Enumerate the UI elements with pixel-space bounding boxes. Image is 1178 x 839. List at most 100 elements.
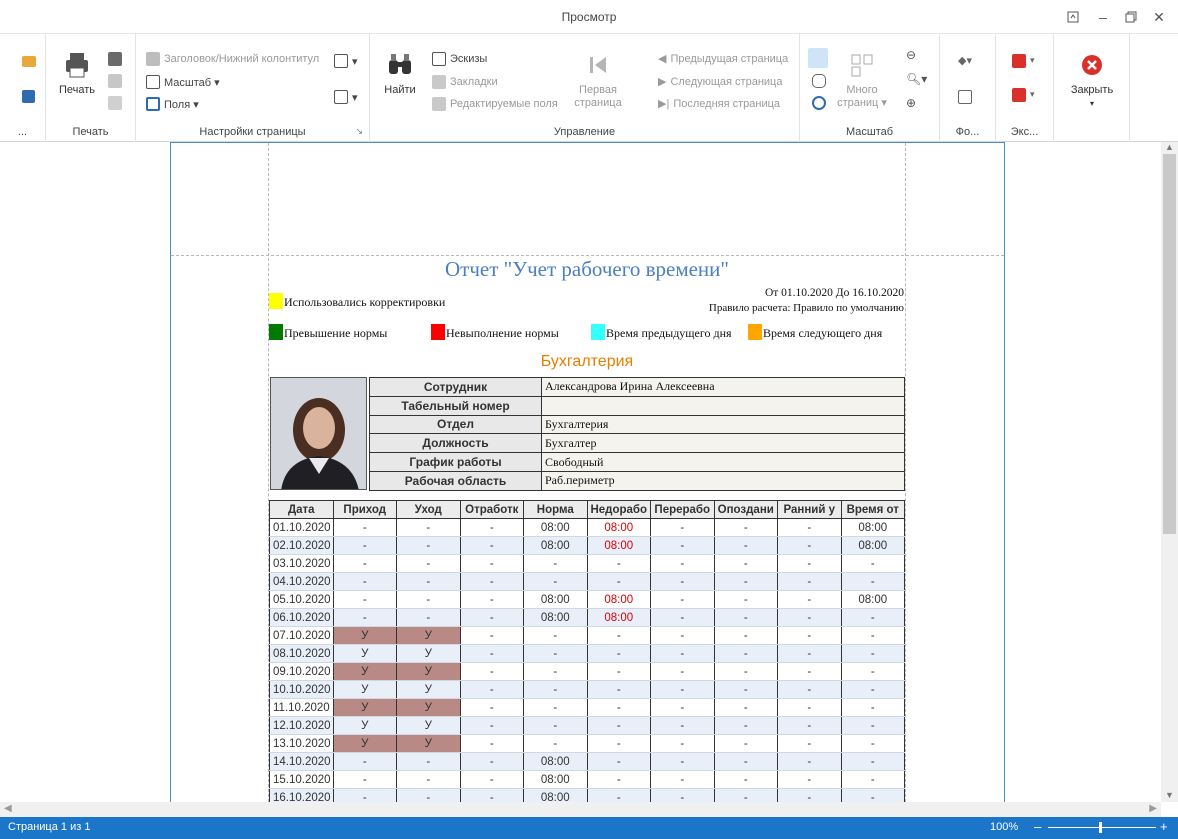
table-cell: - <box>396 572 461 591</box>
bookmarks-button[interactable]: Закладки <box>432 75 498 89</box>
margins-button[interactable]: Поля ▾ <box>146 97 199 111</box>
header-footer-icon <box>146 52 160 66</box>
column-header: Уход <box>396 500 461 519</box>
last-page-label: Последняя страница <box>673 97 781 110</box>
thumbnails-icon <box>432 52 446 66</box>
table-cell: - <box>840 554 905 573</box>
open-folder-icon[interactable] <box>22 56 36 67</box>
ribbon-group-page-setup: Заголовок/Нижний колонтитул Масштаб ▾ По… <box>136 34 370 142</box>
zoom-in-icon[interactable]: ⊕ <box>906 96 916 110</box>
thumbnails-label: Эскизы <box>450 53 488 65</box>
scale-button[interactable]: Масштаб ▾ <box>146 75 220 89</box>
employee-info-row: Рабочая область Раб.периметр <box>369 470 905 491</box>
scroll-right-icon[interactable]: ▶ <box>1149 803 1157 814</box>
find-button[interactable]: Найти <box>380 50 420 97</box>
restore-button[interactable] <box>1118 6 1144 28</box>
editable-fields-button[interactable]: Редактируемые поля <box>432 97 558 111</box>
employee-info-value: Александрова Ирина Алексеевна <box>541 377 905 397</box>
table-row: 13.10.2020 У У - - - - - - - <box>269 734 905 753</box>
prev-page-button[interactable]: ◀ Предыдущая страница <box>658 52 788 66</box>
print-options-icon[interactable] <box>108 74 122 88</box>
group-label-navigation: Управление <box>553 126 616 138</box>
table-cell: - <box>713 590 778 609</box>
print-button[interactable]: Печать <box>54 50 100 97</box>
table-cell: - <box>777 698 842 717</box>
zoom-plus-icon[interactable]: + <box>1160 819 1168 834</box>
many-pages-button[interactable]: Много страниц ▾ <box>836 50 888 110</box>
zoom-out-icon[interactable]: ⊖ <box>906 48 916 62</box>
table-cell: - <box>713 626 778 645</box>
dialog-launcher-icon[interactable]: ↘ <box>355 126 363 137</box>
zoom-slider[interactable] <box>1048 827 1156 828</box>
ribbon-group-background: ◆▾ Фо... <box>940 34 996 142</box>
page-color-icon[interactable]: ◆▾ <box>958 54 972 67</box>
scroll-left-icon[interactable]: ◀ <box>4 803 12 814</box>
legend-next-day: Время следующего дня <box>748 324 882 341</box>
table-cell: - <box>523 734 588 753</box>
table-cell: У <box>332 680 397 699</box>
table-cell: 08:00 <box>586 518 651 537</box>
status-bar: Страница 1 из 1 100% – + <box>0 817 1178 839</box>
export-icon[interactable] <box>1012 54 1026 68</box>
table-cell: У <box>332 644 397 663</box>
send-icon[interactable] <box>1012 88 1026 102</box>
many-pages-label-2: страниц ▾ <box>837 97 887 109</box>
scroll-down-icon[interactable]: ▼ <box>1161 790 1178 802</box>
close-circle-icon <box>1082 55 1102 75</box>
orientation-icon <box>334 54 348 68</box>
table-cell: 01.10.2020 <box>269 518 334 537</box>
table-cell: - <box>459 662 524 681</box>
close-window-button[interactable]: ✕ <box>1146 6 1172 28</box>
zoom-tool-icon[interactable] <box>812 96 826 110</box>
legend-over-label: Превышение нормы <box>284 326 388 340</box>
watermark-icon[interactable] <box>958 90 972 104</box>
hand-icon[interactable] <box>812 74 826 88</box>
minimize-button[interactable]: – <box>1090 6 1116 28</box>
table-cell: - <box>459 680 524 699</box>
orientation-button[interactable]: ▾ <box>334 54 358 68</box>
scrollbar-thumb[interactable] <box>1163 154 1176 534</box>
table-cell: - <box>650 572 715 591</box>
vertical-scrollbar[interactable]: ▲ ▼ <box>1161 142 1178 802</box>
save-icon[interactable] <box>22 90 35 103</box>
table-cell: - <box>840 572 905 591</box>
pointer-icon[interactable] <box>808 48 828 68</box>
close-preview-button[interactable]: Закрыть ▾ <box>1062 50 1122 110</box>
last-page-button[interactable]: ▶| Последняя страница <box>658 97 781 111</box>
table-cell: - <box>650 518 715 537</box>
table-cell: - <box>523 644 588 663</box>
first-page-button[interactable]: Первая страница <box>570 50 626 110</box>
ribbon-group-close: Закрыть ▾ <box>1054 34 1130 142</box>
quick-print-icon[interactable] <box>108 52 122 66</box>
table-cell: - <box>523 716 588 735</box>
editable-fields-icon <box>432 97 446 111</box>
thumbnails-button[interactable]: Эскизы <box>432 52 487 66</box>
legend-under: Невыполнение нормы <box>431 324 559 341</box>
zoom-slider-thumb[interactable] <box>1099 822 1102 833</box>
group-label-misc: ... <box>17 126 28 138</box>
zoom-dropdown-icon[interactable]: 🔍︎▾ <box>906 72 927 86</box>
table-cell: - <box>650 734 715 753</box>
table-cell: - <box>713 770 778 789</box>
ribbon-collapse-icon[interactable] <box>1060 6 1086 28</box>
close-label: Закрыть <box>1070 84 1114 96</box>
table-cell: - <box>459 590 524 609</box>
table-cell: - <box>713 554 778 573</box>
table-cell: - <box>650 716 715 735</box>
paper-size-button[interactable]: ▾ <box>334 90 358 104</box>
horizontal-scrollbar[interactable]: ◀ ▶ <box>0 802 1161 817</box>
zoom-minus-icon[interactable]: – <box>1034 819 1041 834</box>
employee-info-key: График работы <box>369 452 542 472</box>
table-cell: - <box>459 752 524 771</box>
page-setup-icon[interactable] <box>108 96 122 110</box>
scroll-up-icon[interactable]: ▲ <box>1161 142 1178 154</box>
employee-info-table: Сотрудник Александрова Ирина Алексеевна Та… <box>369 377 905 491</box>
scale-label: Масштаб ▾ <box>164 76 220 89</box>
prev-arrow-icon: ◀ <box>658 53 667 65</box>
many-pages-icon <box>851 54 873 77</box>
next-page-button[interactable]: ▶ Следующая страница <box>658 75 782 89</box>
table-header-row: Дата Приход Уход Отработк Норма Недорабо Перер… <box>269 500 905 519</box>
header-footer-button[interactable]: Заголовок/Нижний колонтитул <box>146 52 319 66</box>
table-cell: - <box>586 626 651 645</box>
report-period: От 01.10.2020 До 16.10.2020 <box>764 287 904 299</box>
